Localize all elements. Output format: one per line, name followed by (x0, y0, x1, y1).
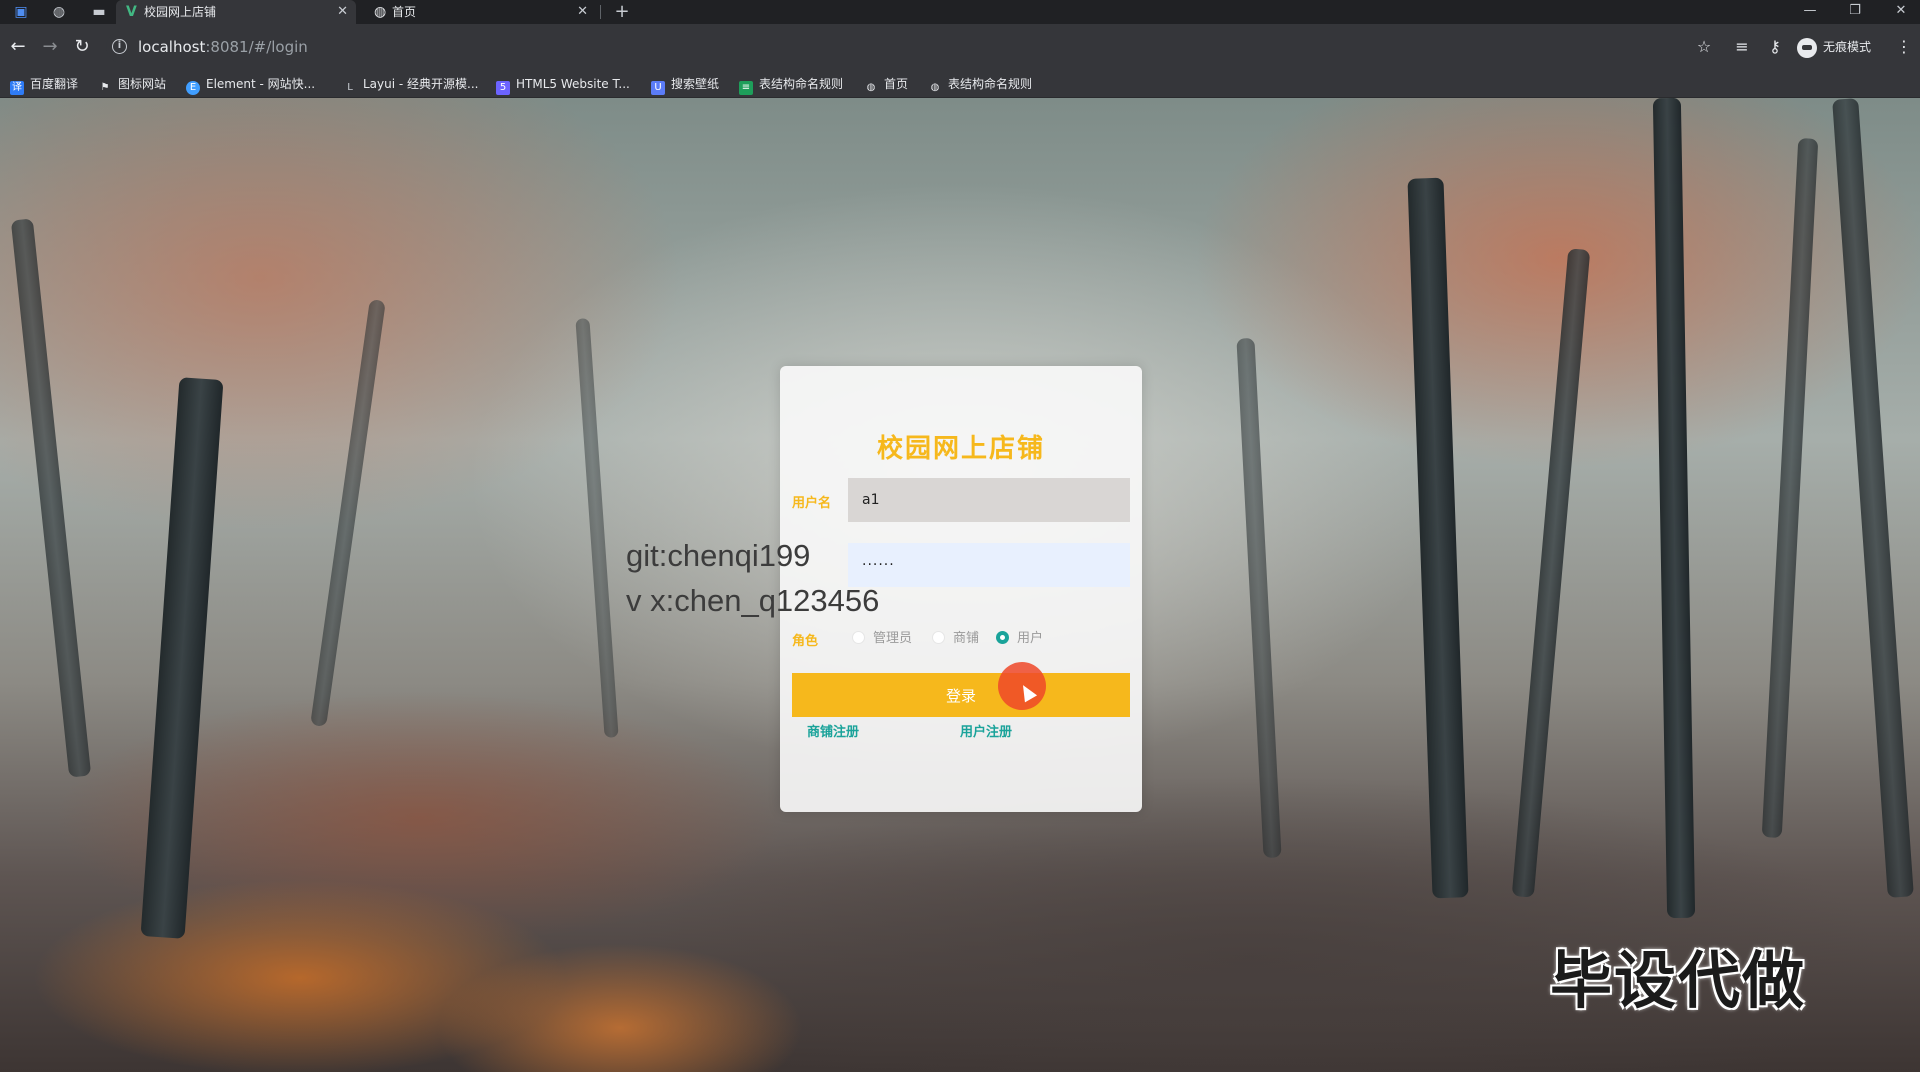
incognito-label: 无痕模式 (1823, 40, 1872, 54)
tree-trunk (1236, 337, 1282, 859)
tree-trunk (1832, 98, 1914, 898)
tree-trunk (1652, 98, 1696, 919)
tab-strip: ▣ ◍ ▬ V 校园网上店铺 ✕ ◍ 首页 ✕ + — ❐ ✕ (0, 0, 1920, 24)
app-launcher-icon[interactable]: ▣ (12, 3, 30, 21)
user-register-link[interactable]: 用户注册 (960, 721, 1012, 740)
address-bar[interactable]: i localhost:8081/#/login (106, 31, 1806, 63)
close-tab-icon[interactable]: ✕ (337, 0, 348, 24)
password-input[interactable] (848, 543, 1130, 587)
bookmark-item[interactable]: 译百度翻译 (10, 75, 79, 95)
incognito-indicator[interactable]: 无痕模式 (1797, 35, 1871, 59)
tab-title: 首页 (392, 5, 417, 19)
reading-list-icon[interactable]: ≡ (1730, 35, 1754, 59)
minimize-button[interactable]: — (1793, 0, 1827, 24)
globe-icon[interactable]: ◍ (50, 3, 68, 21)
tab-home[interactable]: ◍ 首页 ✕ (364, 0, 596, 24)
globe-icon: ◍ (930, 82, 940, 93)
bookmark-label: 表结构命名规则 (759, 77, 844, 91)
bookmark-item[interactable]: 5 HTML5 Website T... (496, 75, 630, 95)
close-tab-icon[interactable]: ✕ (577, 0, 588, 24)
tree-trunk (140, 377, 224, 939)
tree-trunk (1761, 137, 1819, 839)
globe-icon: ◍ (866, 82, 876, 93)
bookmark-label: Layui - 经典开源模... (363, 77, 479, 91)
radio-label: 管理员 (873, 631, 913, 646)
tree-trunk (575, 318, 619, 738)
bookmark-item[interactable]: ◍ 表结构命名规则 (928, 75, 1032, 93)
radio-checked-icon (996, 631, 1009, 644)
browser-toolbar: ← → ↻ i localhost:8081/#/login ☆ ≡ ⚷ 无痕模… (0, 24, 1920, 70)
promo-caption: 毕设代做 (1550, 944, 1807, 1017)
site-info-icon[interactable]: i (112, 39, 127, 54)
restore-button[interactable]: ❐ (1838, 0, 1872, 24)
bookmark-item[interactable]: L Layui - 经典开源模... (343, 75, 478, 93)
radio-circle-icon (852, 631, 865, 644)
tree-trunk (1511, 248, 1591, 898)
git-watermark: git:chenqi199 (626, 538, 811, 573)
shop-register-link[interactable]: 商铺注册 (807, 721, 859, 740)
radio-circle-icon (932, 631, 945, 644)
address-url[interactable]: localhost:8081/#/login (138, 38, 308, 56)
bookmark-item[interactable]: E Element - 网站快... (186, 75, 316, 95)
tree-trunk (310, 298, 386, 728)
address-host: localhost (138, 38, 206, 56)
bookmark-label: 百度翻译 (30, 77, 79, 91)
vue-logo-icon: V (126, 4, 137, 20)
page-viewport: 校园网上店铺 用户名 角色 管理员 商铺 用户 登录 商铺注册 用户注册 git… (0, 98, 1920, 1072)
baidu-translate-icon: 译 (10, 81, 24, 95)
tree-trunk (1407, 177, 1469, 899)
username-input[interactable] (848, 478, 1130, 522)
bookmark-label: 搜索壁纸 (671, 77, 720, 91)
wechat-watermark: v x:chen_q123456 (626, 583, 880, 618)
layui-icon: L (347, 82, 353, 93)
tab-login[interactable]: V 校园网上店铺 ✕ (116, 0, 356, 24)
menu-kebab-icon[interactable]: ⋮ (1892, 35, 1916, 59)
bookmark-label: Element - 网站快... (206, 77, 316, 91)
radio-label: 用户 (1017, 631, 1044, 646)
bookmark-label: 表结构命名规则 (948, 77, 1033, 91)
username-label: 用户名 (792, 496, 832, 511)
tree-trunk (10, 218, 92, 778)
address-path: :8081/#/login (205, 38, 308, 56)
close-window-button[interactable]: ✕ (1884, 0, 1918, 24)
bookmark-item[interactable]: ≡ 表结构命名规则 (739, 75, 844, 95)
tab-separator (600, 5, 601, 19)
flag-icon: ⚑ (100, 82, 110, 93)
bookmark-label: HTML5 Website T... (516, 77, 630, 91)
html5-icon: 5 (496, 81, 510, 95)
bookmark-item[interactable]: ◍ 首页 (864, 75, 908, 93)
bookmark-label: 首页 (884, 77, 909, 91)
role-admin-radio[interactable]: 管理员 (852, 630, 912, 648)
key-icon[interactable]: ⚷ (1763, 35, 1787, 59)
forward-button[interactable]: → (38, 35, 62, 59)
bookmark-star-icon[interactable]: ☆ (1692, 35, 1716, 59)
doc-icon: ≡ (739, 81, 753, 95)
role-user-radio[interactable]: 用户 (996, 630, 1043, 648)
role-label: 角色 (792, 634, 819, 649)
reload-button[interactable]: ↻ (70, 35, 94, 59)
new-tab-button[interactable]: + (612, 0, 632, 24)
globe-icon: ◍ (374, 4, 387, 20)
radio-label: 商铺 (953, 631, 980, 646)
login-title: 校园网上店铺 (876, 434, 1045, 464)
window-icon[interactable]: ▬ (90, 3, 108, 21)
bookmark-item[interactable]: U 搜索壁纸 (651, 75, 720, 95)
element-icon: E (186, 81, 200, 95)
bookmark-item[interactable]: ⚑ 图标网站 (98, 75, 167, 93)
incognito-icon (1797, 37, 1817, 58)
role-shop-radio[interactable]: 商铺 (932, 630, 979, 648)
wallpaper-icon: U (651, 81, 665, 95)
tab-title: 校园网上店铺 (144, 5, 217, 19)
back-button[interactable]: ← (6, 35, 30, 59)
bookmark-label: 图标网站 (118, 77, 167, 91)
login-button[interactable]: 登录 (792, 673, 1130, 717)
bookmarks-bar: 译百度翻译 ⚑ 图标网站 E Element - 网站快... L Layui - 经… (0, 70, 1920, 98)
